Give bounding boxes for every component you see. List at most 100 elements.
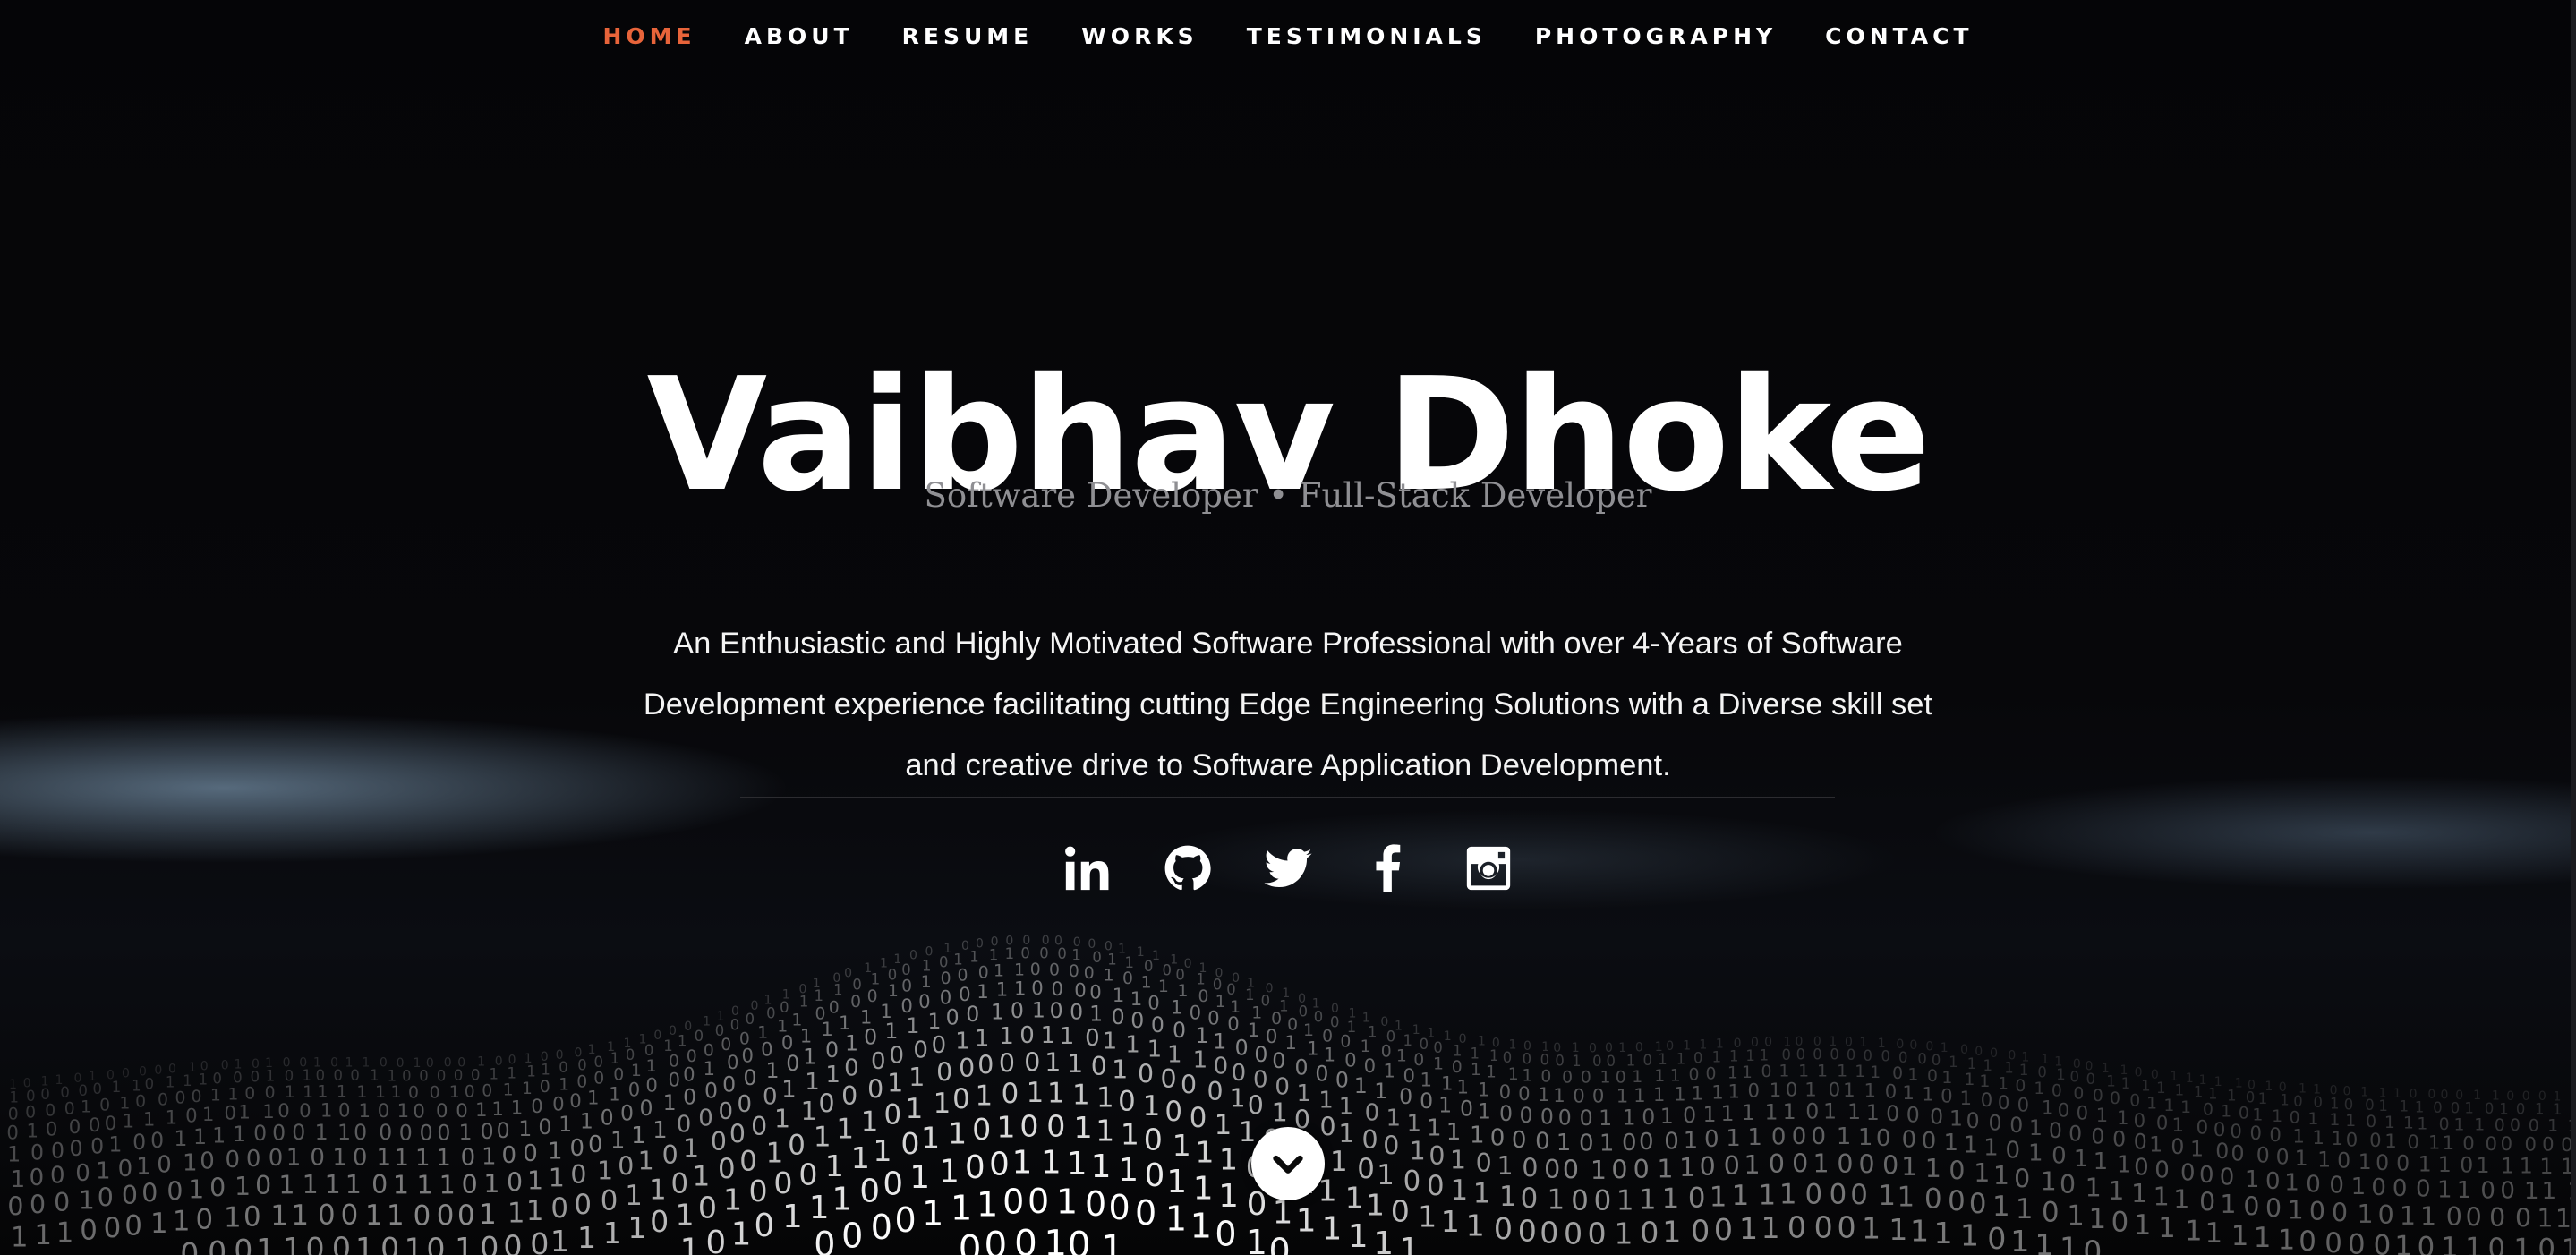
binary-digit: 0 xyxy=(46,1117,57,1140)
binary-digit: 1 xyxy=(1446,1119,1462,1146)
binary-digit: 1 xyxy=(1441,1204,1460,1239)
binary-digit: 0 xyxy=(2407,1131,2418,1153)
nav-about[interactable]: ABOUT xyxy=(745,23,854,49)
binary-digit: 1 xyxy=(1538,1083,1549,1106)
instagram-link[interactable] xyxy=(1462,841,1515,895)
binary-digit: 1 xyxy=(893,952,901,967)
binary-digit: 0 xyxy=(2134,1155,2149,1182)
binary-digit: 1 xyxy=(188,1174,204,1204)
binary-digit: 0 xyxy=(1606,1053,1615,1070)
main-navigation: HOME ABOUT RESUME WORKS TESTIMONIALS PHO… xyxy=(0,23,2576,49)
binary-digit: 0 xyxy=(530,1226,549,1255)
binary-digit: 1 xyxy=(1742,1100,1755,1125)
binary-digit: 0 xyxy=(234,1233,252,1255)
page-scrollbar[interactable] xyxy=(2571,0,2576,1255)
instagram-icon xyxy=(1466,846,1511,891)
binary-digit: 1 xyxy=(975,1080,993,1113)
binary-digit: 1 xyxy=(1817,1062,1828,1080)
binary-digit: 1 xyxy=(262,1100,274,1123)
binary-digit: 0 xyxy=(798,1157,817,1191)
binary-digit: 1 xyxy=(1130,987,1142,1010)
binary-digit: 0 xyxy=(1213,976,1222,993)
binary-digit: 0 xyxy=(2269,1123,2281,1146)
binary-digit: 0 xyxy=(2180,1159,2196,1186)
nav-home[interactable]: HOME xyxy=(602,23,695,49)
binary-digit: 0 xyxy=(1112,1004,1125,1029)
binary-digit: 1 xyxy=(815,987,823,1004)
binary-digit: 0 xyxy=(402,1067,411,1084)
nav-works[interactable]: WORKS xyxy=(1081,23,1198,49)
binary-digit: 1 xyxy=(1489,1047,1498,1064)
binary-digit: 1 xyxy=(479,1199,497,1231)
binary-digit: 1 xyxy=(1657,1154,1673,1183)
github-link[interactable] xyxy=(1161,841,1215,895)
binary-digit: 1 xyxy=(1639,1184,1657,1217)
binary-digit: 0 xyxy=(844,1054,859,1081)
binary-digit: 1 xyxy=(1318,1087,1334,1114)
binary-digit: 1 xyxy=(693,1161,711,1193)
binary-digit: 1 xyxy=(136,1154,151,1181)
binary-digit: 1 xyxy=(1674,1082,1685,1105)
binary-digit: 1 xyxy=(1974,1158,1990,1188)
facebook-link[interactable] xyxy=(1361,841,1415,895)
binary-digit: 0 xyxy=(718,1153,736,1185)
twitter-link[interactable] xyxy=(1261,841,1315,895)
binary-digit: 0 xyxy=(353,1144,368,1171)
binary-digit: 0 xyxy=(722,1071,736,1097)
binary-digit: 1 xyxy=(1101,1226,1124,1255)
nav-photography[interactable]: PHOTOGRAPHY xyxy=(1535,23,1777,49)
binary-digit: 0 xyxy=(2037,1063,2046,1080)
binary-digit: 0 xyxy=(437,1067,446,1084)
binary-digit: 1 xyxy=(1858,1124,1873,1151)
binary-digit: 0 xyxy=(1829,1078,1840,1100)
binary-digit: 1 xyxy=(365,1200,383,1232)
binary-digit: 0 xyxy=(577,1056,586,1073)
nav-contact[interactable]: CONTACT xyxy=(1825,23,1973,49)
binary-digit: 1 xyxy=(2149,1131,2162,1157)
binary-digit: 1 xyxy=(143,1107,155,1130)
binary-digit: 1 xyxy=(345,1170,362,1200)
binary-digit: 1 xyxy=(2415,1098,2424,1115)
binary-digit: 1 xyxy=(1386,1106,1402,1132)
binary-digit: 1 xyxy=(2106,1073,2115,1090)
binary-digit: 0 xyxy=(559,1059,567,1076)
binary-digit: 0 xyxy=(1555,1052,1564,1069)
binary-digit: 0 xyxy=(841,1216,863,1255)
binary-digit: 0 xyxy=(1540,1105,1554,1130)
binary-digit: 0 xyxy=(989,1147,1010,1183)
binary-digit: 1 xyxy=(108,1131,122,1157)
binary-digit: 0 xyxy=(255,1171,271,1200)
binary-digit: 1 xyxy=(638,1146,654,1175)
binary-digit: 0 xyxy=(2337,1148,2350,1174)
binary-digit: 0 xyxy=(175,1089,186,1108)
nav-testimonials[interactable]: TESTIMONIALS xyxy=(1247,23,1487,49)
binary-digit: 1 xyxy=(1764,1099,1778,1124)
binary-digit: 1 xyxy=(2418,1151,2432,1176)
binary-digit: 0 xyxy=(705,1225,726,1255)
binary-digit: 0 xyxy=(503,1228,522,1255)
linkedin-link[interactable] xyxy=(1061,841,1114,895)
binary-digit: 0 xyxy=(1138,1059,1154,1089)
binary-digit: 1 xyxy=(2437,1176,2452,1203)
binary-digit: 0 xyxy=(841,1081,857,1111)
binary-digit: 1 xyxy=(1373,1225,1394,1255)
linkedin-icon xyxy=(1065,846,1109,891)
binary-digit: 0 xyxy=(1420,1089,1433,1114)
binary-digit: 0 xyxy=(354,1120,367,1145)
scroll-down-button[interactable] xyxy=(1251,1127,1325,1200)
binary-digit: 1 xyxy=(1992,1191,2010,1223)
chevron-down-icon xyxy=(1273,1155,1303,1174)
binary-digit: 0 xyxy=(1640,1216,1659,1251)
nav-resume[interactable]: RESUME xyxy=(902,23,1034,49)
binary-digit: 1 xyxy=(2378,1097,2387,1114)
binary-digit: 1 xyxy=(2067,1200,2085,1232)
binary-digit: 0 xyxy=(1805,1099,1819,1124)
binary-digit: 1 xyxy=(2117,1151,2132,1178)
binary-digit: 1 xyxy=(1470,1045,1479,1062)
binary-digit: 0 xyxy=(145,1075,154,1092)
binary-digit: 0 xyxy=(90,1134,104,1159)
binary-digit: 0 xyxy=(662,1140,678,1170)
binary-digit: 0 xyxy=(1643,1052,1652,1069)
binary-digit: 1 xyxy=(1497,1151,1513,1181)
binary-digit: 0 xyxy=(1227,1012,1239,1035)
